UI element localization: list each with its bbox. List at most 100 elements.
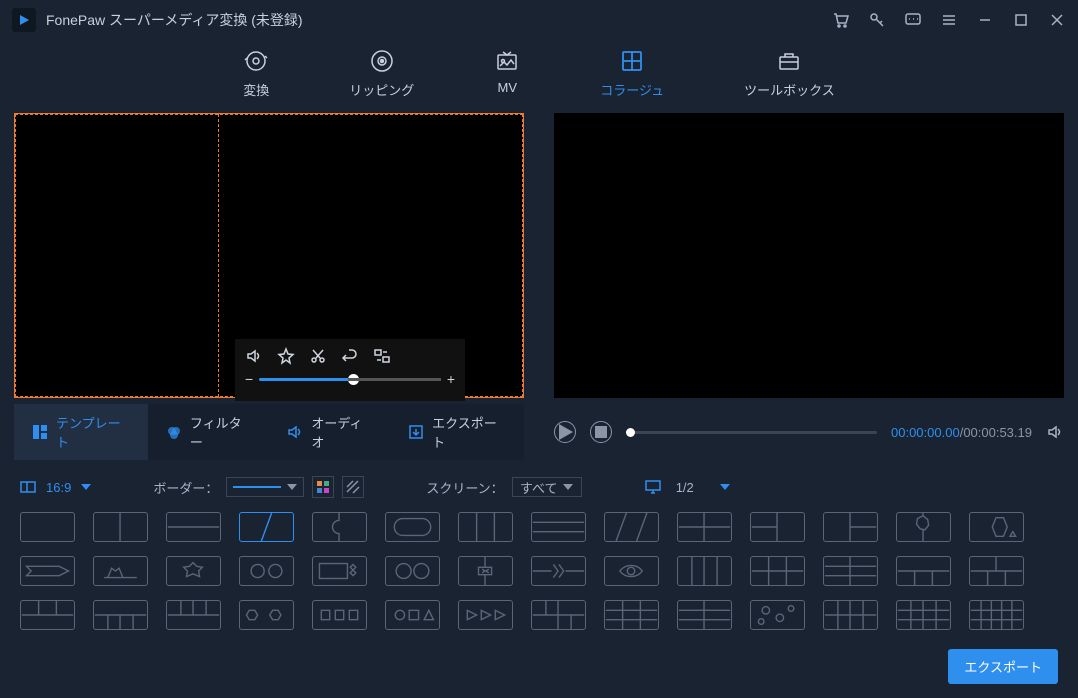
template-item[interactable]	[531, 556, 586, 586]
tab-mv-label: MV	[498, 80, 518, 95]
template-item[interactable]	[750, 556, 805, 586]
subtab-filter[interactable]: フィルター	[148, 404, 269, 460]
progress-bar[interactable]	[626, 431, 877, 434]
template-item[interactable]	[458, 556, 513, 586]
border-style-selector[interactable]	[226, 477, 304, 497]
template-item[interactable]	[458, 600, 513, 630]
template-item[interactable]	[166, 556, 221, 586]
zoom-in-button[interactable]: +	[447, 371, 455, 387]
template-item[interactable]	[166, 600, 221, 630]
template-item[interactable]	[750, 512, 805, 542]
border-label: ボーダー：	[153, 478, 218, 497]
volume-icon[interactable]	[1046, 423, 1064, 441]
template-item[interactable]	[604, 556, 659, 586]
template-item[interactable]	[93, 556, 148, 586]
template-item[interactable]	[677, 600, 732, 630]
template-item[interactable]	[93, 512, 148, 542]
template-item[interactable]	[239, 512, 294, 542]
export-icon	[408, 424, 424, 440]
tab-toolbox[interactable]: ツールボックス	[744, 48, 835, 99]
template-item[interactable]	[20, 600, 75, 630]
template-item[interactable]	[896, 512, 951, 542]
template-item[interactable]	[896, 600, 951, 630]
titlebar: FonePaw スーパーメディア変換 (未登録)	[0, 0, 1078, 40]
menu-icon[interactable]	[940, 11, 958, 29]
template-item[interactable]	[677, 556, 732, 586]
chevron-down-icon	[563, 484, 573, 490]
filter-icon	[166, 424, 182, 440]
star-icon[interactable]	[277, 347, 295, 365]
subtab-export[interactable]: エクスポート	[390, 404, 524, 460]
template-grid	[0, 508, 1078, 634]
cut-icon[interactable]	[309, 347, 327, 365]
tab-mv[interactable]: MV	[494, 48, 520, 99]
undo-icon[interactable]	[341, 347, 359, 365]
template-item[interactable]	[312, 600, 367, 630]
template-item[interactable]	[823, 600, 878, 630]
subtab-template-label: テンプレート	[56, 413, 130, 451]
subtab-filter-label: フィルター	[190, 413, 251, 451]
chat-icon[interactable]	[904, 11, 922, 29]
zoom-slider[interactable]	[259, 378, 441, 381]
template-item[interactable]	[239, 600, 294, 630]
template-item[interactable]	[385, 512, 440, 542]
template-item[interactable]	[531, 512, 586, 542]
tab-toolbox-label: ツールボックス	[744, 80, 835, 99]
template-item[interactable]	[531, 600, 586, 630]
zoom-out-button[interactable]: −	[245, 371, 253, 387]
play-button[interactable]	[554, 421, 576, 443]
tab-collage-label: コラージュ	[600, 80, 664, 99]
template-item[interactable]	[604, 600, 659, 630]
screen-selector[interactable]: すべて	[512, 477, 582, 497]
chevron-down-icon	[720, 484, 730, 490]
template-item[interactable]	[385, 556, 440, 586]
subtab-audio[interactable]: オーディオ	[269, 404, 390, 460]
template-item[interactable]	[677, 512, 732, 542]
cell-divider-handle[interactable]	[218, 114, 219, 397]
cart-icon[interactable]	[832, 11, 850, 29]
tab-convert[interactable]: 変換	[243, 48, 269, 99]
stop-button[interactable]	[590, 421, 612, 443]
template-item[interactable]	[969, 556, 1024, 586]
ripping-icon	[369, 48, 395, 74]
tab-convert-label: 変換	[243, 80, 269, 99]
template-item[interactable]	[896, 556, 951, 586]
template-options-row: 16:9 ボーダー： スクリーン： すべて 1/2	[0, 466, 1078, 508]
border-pattern-button[interactable]	[342, 476, 364, 498]
screen-count: 1/2	[676, 480, 694, 495]
collage-editor-panel[interactable]: − +	[14, 113, 524, 398]
template-item[interactable]	[969, 600, 1024, 630]
export-button[interactable]: エクスポート	[948, 649, 1058, 684]
screen-value: すべて	[520, 478, 558, 497]
mute-icon[interactable]	[245, 347, 263, 365]
template-item[interactable]	[750, 600, 805, 630]
aspect-ratio-selector[interactable]: 16:9	[20, 479, 91, 495]
template-item[interactable]	[166, 512, 221, 542]
progress-thumb[interactable]	[626, 428, 635, 437]
subtab-export-label: エクスポート	[432, 413, 506, 451]
template-item[interactable]	[969, 512, 1024, 542]
zoom-slider-thumb[interactable]	[348, 374, 359, 385]
screen-label: スクリーン：	[426, 478, 503, 497]
tab-ripping[interactable]: リッピング	[349, 48, 414, 99]
template-item[interactable]	[458, 512, 513, 542]
template-item[interactable]	[385, 600, 440, 630]
template-item[interactable]	[312, 512, 367, 542]
template-item[interactable]	[239, 556, 294, 586]
minimize-icon[interactable]	[976, 11, 994, 29]
template-item[interactable]	[604, 512, 659, 542]
template-item[interactable]	[823, 556, 878, 586]
aspect-ratio-value: 16:9	[46, 480, 71, 495]
swap-icon[interactable]	[373, 347, 391, 365]
template-item[interactable]	[93, 600, 148, 630]
template-item[interactable]	[20, 512, 75, 542]
border-color-button[interactable]	[312, 476, 334, 498]
template-item[interactable]	[823, 512, 878, 542]
maximize-icon[interactable]	[1012, 11, 1030, 29]
close-icon[interactable]	[1048, 11, 1066, 29]
template-item[interactable]	[20, 556, 75, 586]
key-icon[interactable]	[868, 11, 886, 29]
template-item[interactable]	[312, 556, 367, 586]
tab-collage[interactable]: コラージュ	[600, 48, 664, 99]
subtab-template[interactable]: テンプレート	[14, 404, 148, 460]
